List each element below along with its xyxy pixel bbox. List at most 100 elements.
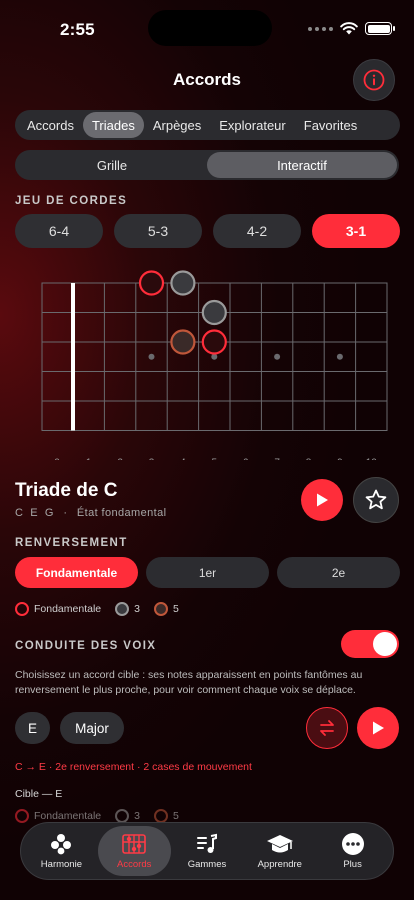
cellular-signal-icon [308, 26, 333, 31]
inversion-second-button[interactable]: 2e [277, 557, 400, 588]
fretboard[interactable]: 0 1 2 3 4 5 6 7 8 9 10 [0, 260, 414, 460]
dynamic-island [148, 10, 272, 46]
bottom-tab-bar: Harmonie Accords Gammes Apprendre Plus [20, 822, 394, 880]
fret-inlay [336, 353, 343, 360]
battery-icon [365, 22, 395, 35]
mode-interactif[interactable]: Interactif [207, 152, 397, 178]
fret-note-root[interactable] [138, 270, 165, 296]
chord-separator: · [63, 507, 68, 519]
status-time: 2:55 [60, 20, 95, 39]
nav-gammes-label: Gammes [187, 859, 227, 870]
play-voice-leading-button[interactable] [357, 707, 399, 749]
nav-apprendre[interactable]: Apprendre [243, 826, 316, 876]
tab-favorites[interactable]: Favorites [295, 112, 366, 138]
target-legend-fifth: 5 [153, 809, 179, 823]
nav-accords[interactable]: Accords [97, 826, 171, 876]
play-chord-button[interactable] [301, 479, 343, 521]
nav-plus-label: Plus [343, 859, 362, 870]
target-legend-third-label: 3 [134, 810, 140, 822]
string-set-6-4-button[interactable]: 6-4 [15, 214, 103, 248]
string-set-label: JEU DE CORDES [15, 195, 128, 207]
inversion-root-button[interactable]: Fondamentale [15, 557, 138, 588]
info-button[interactable] [353, 59, 395, 101]
info-icon [363, 69, 385, 91]
legend-fifth: 5 [153, 602, 179, 616]
voice-motion-summary: C → E · 2e renversement · 2 cases de mou… [15, 761, 252, 773]
fifth-ring-icon [153, 809, 168, 823]
third-ring-icon [115, 602, 130, 616]
target-legend-fifth-label: 5 [172, 810, 179, 822]
nav-harmonie[interactable]: Harmonie [25, 826, 98, 876]
harmony-icon [51, 834, 72, 855]
fret-note-third[interactable] [201, 299, 227, 326]
favorite-button[interactable] [353, 477, 399, 523]
string-set-4-2-button[interactable]: 4-2 [213, 214, 301, 248]
legend-root-label: Fondamentale [34, 603, 102, 615]
legend-third-label: 3 [134, 603, 140, 615]
target-chord-label: Cible — E [15, 788, 63, 800]
inversion-first-button[interactable]: 1er [146, 557, 269, 588]
fret-number-label: 6 [243, 458, 249, 461]
tab-triades[interactable]: Triades [82, 112, 144, 138]
legend-third: 3 [115, 602, 140, 616]
target-legend-root: Fondamentale [15, 809, 101, 823]
nav-apprendre-label: Apprendre [257, 859, 302, 870]
voice-leading-label: CONDUITE DES VOIX [15, 640, 157, 652]
target-note-picker[interactable]: E [15, 712, 50, 744]
status-icons [308, 22, 395, 35]
star-icon [365, 489, 387, 510]
fret-note-third[interactable] [170, 270, 196, 296]
tab-accords[interactable]: Accords [18, 112, 83, 138]
root-ring-icon [15, 602, 29, 616]
legend-root: Fondamentale [15, 602, 101, 616]
root-ring-icon [15, 809, 29, 823]
tab-arpeges[interactable]: Arpèges [144, 112, 210, 138]
nav-plus[interactable]: Plus [316, 826, 389, 876]
voice-leading-description: Choisissez un accord cible : ses notes a… [15, 669, 363, 696]
nav-harmonie-label: Harmonie [40, 859, 82, 870]
fret-note-fifth[interactable] [170, 329, 196, 355]
fret-inlay [211, 353, 218, 360]
fret-inlay [148, 353, 155, 360]
play-icon [317, 493, 328, 507]
tab-explorateur[interactable]: Explorateur [210, 112, 294, 138]
fret-number-label: 9 [337, 458, 343, 461]
chord-subtitle: C E G · État fondamental [15, 507, 166, 519]
music-list-icon [196, 833, 217, 853]
third-ring-icon [115, 809, 130, 823]
fret-note-root[interactable] [201, 329, 227, 355]
string-set-5-3-button[interactable]: 5-3 [114, 214, 202, 248]
more-icon [341, 833, 364, 855]
fret-number-label: 7 [274, 458, 280, 461]
graduation-cap-icon [266, 835, 293, 853]
guitar-chords-icon [122, 834, 146, 854]
target-legend-third: 3 [115, 809, 140, 823]
toggle-knob [373, 632, 397, 656]
fifth-ring-icon [153, 602, 168, 616]
swap-arrows-icon [320, 720, 334, 736]
chord-type-tabs: Accords Triades Arpèges Explorateur Favo… [15, 110, 400, 140]
chord-name: Triade de C [15, 480, 118, 501]
play-icon [373, 721, 384, 735]
target-note-legend: Fondamentale 3 5 [15, 809, 184, 823]
page-title: Accords [172, 70, 242, 89]
fret-number-label: 4 [180, 458, 186, 461]
voice-leading-toggle[interactable] [341, 630, 399, 658]
nut [71, 283, 75, 431]
string-set-selector: 6-4 5-3 4-2 3-1 [15, 214, 400, 248]
legend-fifth-label: 5 [172, 603, 179, 615]
chord-state: État fondamental [76, 507, 167, 519]
chord-notes: C E G [15, 507, 54, 519]
string-set-3-1-button[interactable]: 3-1 [312, 214, 400, 248]
fret-number-label: 10 [366, 458, 378, 461]
swap-chords-button[interactable] [306, 707, 348, 749]
mode-grille[interactable]: Grille [17, 152, 207, 178]
nav-gammes[interactable]: Gammes [171, 826, 244, 876]
inversion-label: RENVERSEMENT [15, 537, 128, 549]
target-quality-picker[interactable]: Major [60, 712, 124, 744]
fret-number-label: 0 [54, 458, 60, 461]
inversion-selector: Fondamentale 1er 2e [15, 557, 400, 588]
note-legend: Fondamentale 3 5 [15, 602, 184, 616]
view-mode-control: Grille Interactif [15, 150, 399, 180]
fret-number-label: 8 [306, 458, 312, 461]
